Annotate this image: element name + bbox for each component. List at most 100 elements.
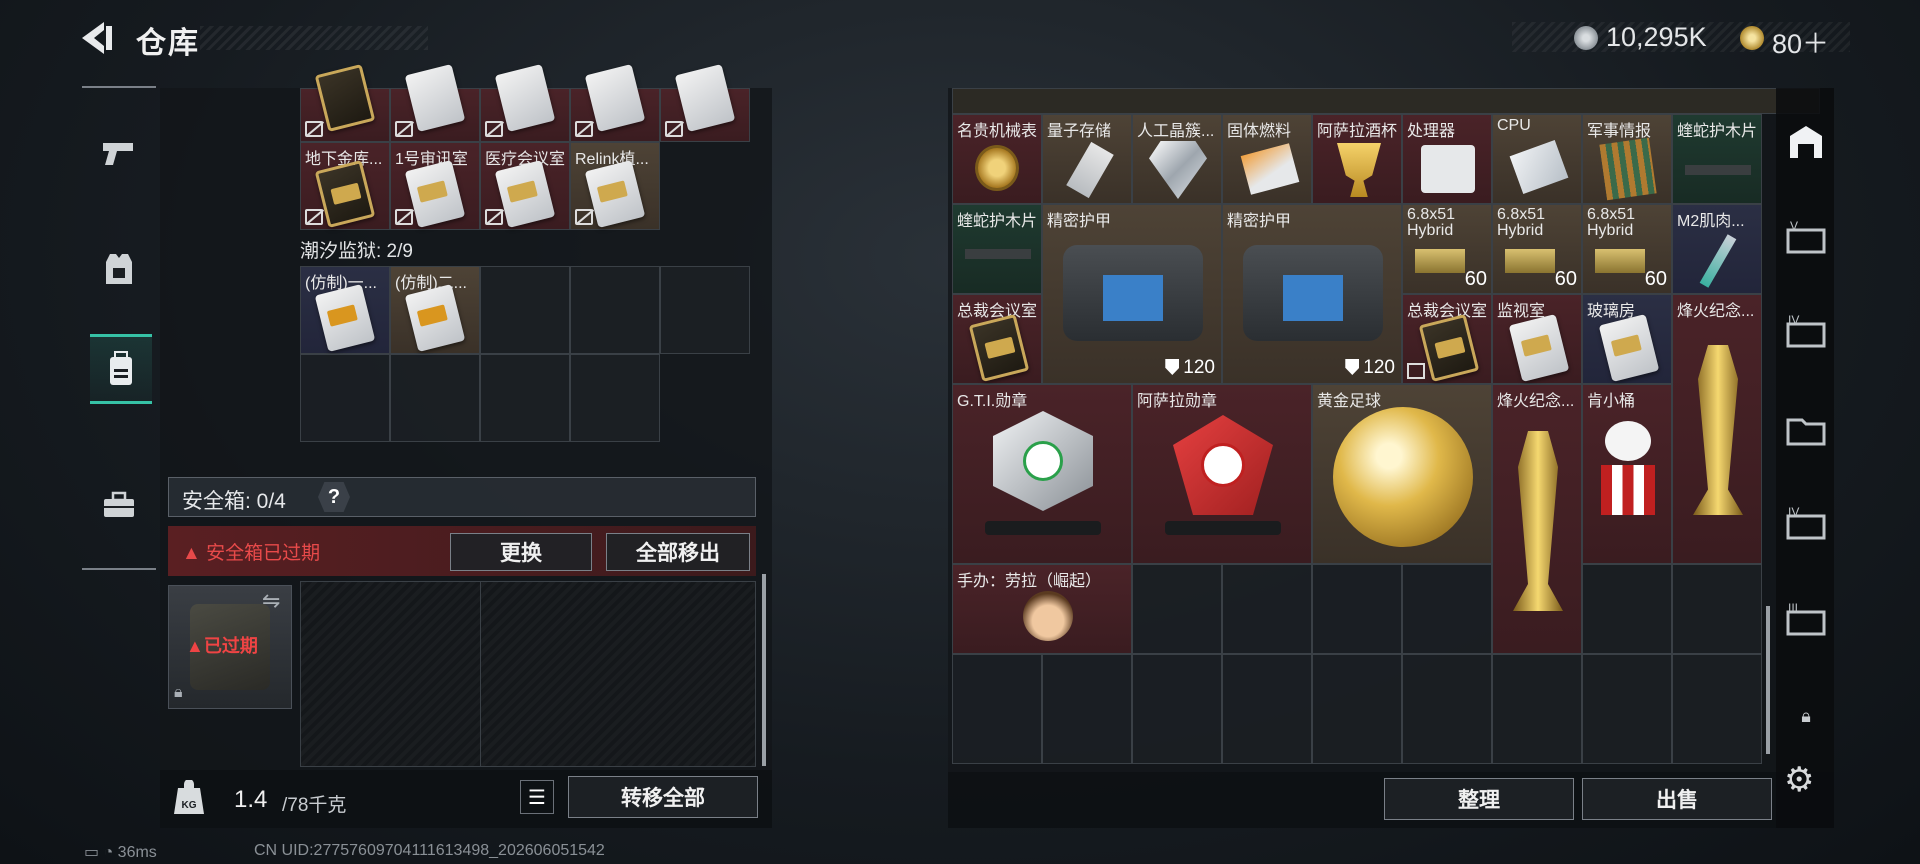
empty-slot[interactable] [1222,564,1312,654]
item-kfc-bucket[interactable]: 肯小桶 [1582,384,1672,564]
empty-slot[interactable] [300,354,390,442]
empty-slot[interactable] [952,654,1042,764]
item-key-glass-room[interactable]: 玻璃房 [1582,294,1672,384]
item-viper-handguard[interactable]: 蝰蛇护木片 [952,204,1042,294]
empty-slot[interactable] [1132,564,1222,654]
tab-warehouse-3[interactable]: III [1784,598,1828,642]
syringe-icon [1699,234,1737,288]
gold-balance[interactable]: 80＋ [1772,22,1829,61]
item-cpu[interactable]: CPU [1492,114,1582,204]
empty-slot[interactable] [570,266,660,354]
item-luxury-watch[interactable]: 名贵机械表 [952,114,1042,204]
shield-icon [1165,359,1180,375]
empty-slot[interactable] [1672,654,1762,764]
key-slot[interactable] [390,64,480,142]
player-uid: CN UID:27757609704111613498_202606051542 [254,842,605,859]
nav-armor[interactable] [88,234,150,304]
nav-weapons[interactable] [88,118,150,188]
item-asala-medal[interactable]: 阿萨拉勋章 [1132,384,1312,564]
empty-slot[interactable] [660,266,750,354]
tab-warehouse-4[interactable]: IV [1784,310,1828,354]
tab-warehouse-5[interactable]: V [1784,216,1828,260]
item-golden-football[interactable]: 黄金足球 [1312,384,1492,564]
item-solid-fuel[interactable]: 固体燃料 [1222,114,1312,204]
transfer-all-button[interactable]: 转移全部 [568,776,758,818]
no-lock-icon [305,121,323,137]
empty-slot[interactable] [1672,564,1762,654]
empty-slot[interactable] [1222,654,1312,764]
weight-current: 1.4 [234,786,268,813]
item-precision-armor[interactable]: 精密护甲 120 [1222,204,1402,384]
empty-slot[interactable] [1492,654,1582,764]
no-lock-icon [485,121,503,137]
list-view-icon[interactable]: ☰ [520,780,554,814]
item-lara-figure[interactable]: 手办：劳拉（崛起） [952,564,1132,654]
item-ammo-68x51[interactable]: 6.8x51 Hybrid 60 [1402,204,1492,294]
armor-panel [1103,275,1163,321]
key-slot[interactable]: Relink植... [570,142,660,230]
item-key-ceo-room[interactable]: 总裁会议室 [1402,294,1492,384]
ammo-box-icon [1505,249,1555,273]
key-slot[interactable] [480,64,570,142]
item-beacon-trophy[interactable]: 烽火纪念... [1492,384,1582,654]
item-ammo-68x51[interactable]: 6.8x51 Hybrid 60 [1582,204,1672,294]
key-slot[interactable]: 地下金库... [300,142,390,230]
item-m2-muscle[interactable]: M2肌肉... [1672,204,1762,294]
weight-icon: KG [174,780,204,814]
sort-button[interactable]: 整理 [1384,778,1574,820]
empty-slot[interactable] [1042,654,1132,764]
key-slot[interactable] [300,64,390,142]
scrollbar[interactable] [1766,606,1770,754]
empty-slot[interactable] [1402,654,1492,764]
lock-icon[interactable]: 🔒︎ [1784,694,1828,738]
scrollbar[interactable] [762,574,766,766]
sell-button[interactable]: 出售 [1582,778,1772,820]
pistol-icon [103,143,133,165]
tab-warehouse-iv-b[interactable]: IV [1784,502,1828,546]
item-viper-handguard[interactable]: 蝰蛇护木片 [1672,114,1762,204]
key-slot[interactable]: (仿制)二... [390,266,480,354]
item-beacon-trophy[interactable]: 烽火纪念... [1672,294,1762,564]
key-slot[interactable]: (仿制)一... [300,266,390,354]
item-ammo-68x51[interactable]: 6.8x51 Hybrid 60 [1492,204,1582,294]
item-asala-cup[interactable]: 阿萨拉酒杯 [1312,114,1402,204]
nav-toolbox[interactable] [88,470,150,540]
empty-slot[interactable] [1402,564,1492,654]
empty-slot[interactable] [390,354,480,442]
settings-gear-icon[interactable]: ⚙ [1784,760,1814,800]
item-military-intel[interactable]: 军事情报 [1582,114,1672,204]
nav-backpack[interactable] [90,334,152,404]
help-icon[interactable]: ? [318,482,350,512]
item-crystal[interactable]: 人工晶簇... [1132,114,1222,204]
empty-slot[interactable] [480,266,570,354]
back-arrow-icon[interactable] [80,20,116,56]
tab-warehouse-folder[interactable] [1784,408,1828,452]
empty-slot[interactable] [1132,654,1222,764]
item-quantum-storage[interactable]: 量子存储 [1042,114,1132,204]
item-processor[interactable]: 处理器 [1402,114,1492,204]
key-slot[interactable] [570,64,660,142]
armor-panel [1283,275,1343,321]
move-all-out-button[interactable]: 全部移出 [606,533,750,571]
safe-box-grid[interactable] [300,581,756,767]
empty-slot[interactable] [1582,564,1672,654]
warning-icon: ▲ [182,543,201,564]
swap-icon[interactable]: ⇋ [262,588,280,614]
empty-slot[interactable] [480,354,570,442]
item-key-surveillance[interactable]: 监视室 [1492,294,1582,384]
empty-slot[interactable] [1312,564,1402,654]
item-precision-armor[interactable]: 精密护甲 120 [1042,204,1222,384]
toolbox-icon [104,491,134,517]
key-slot[interactable]: 1号审讯室 [390,142,480,230]
item-gti-medal[interactable]: G.T.I.勋章 [952,384,1132,564]
lock-icon: 🔒︎ [174,684,183,701]
empty-slot[interactable] [570,354,660,442]
item-key-ceo-room[interactable]: 总裁会议室 [952,294,1042,384]
tab-all[interactable] [1784,120,1828,164]
replace-button[interactable]: 更换 [450,533,592,571]
key-slot[interactable] [660,64,750,142]
empty-slot[interactable] [1312,654,1402,764]
trophy-icon [1693,345,1743,515]
key-slot[interactable]: 医疗会议室 [480,142,570,230]
empty-slot[interactable] [1582,654,1672,764]
